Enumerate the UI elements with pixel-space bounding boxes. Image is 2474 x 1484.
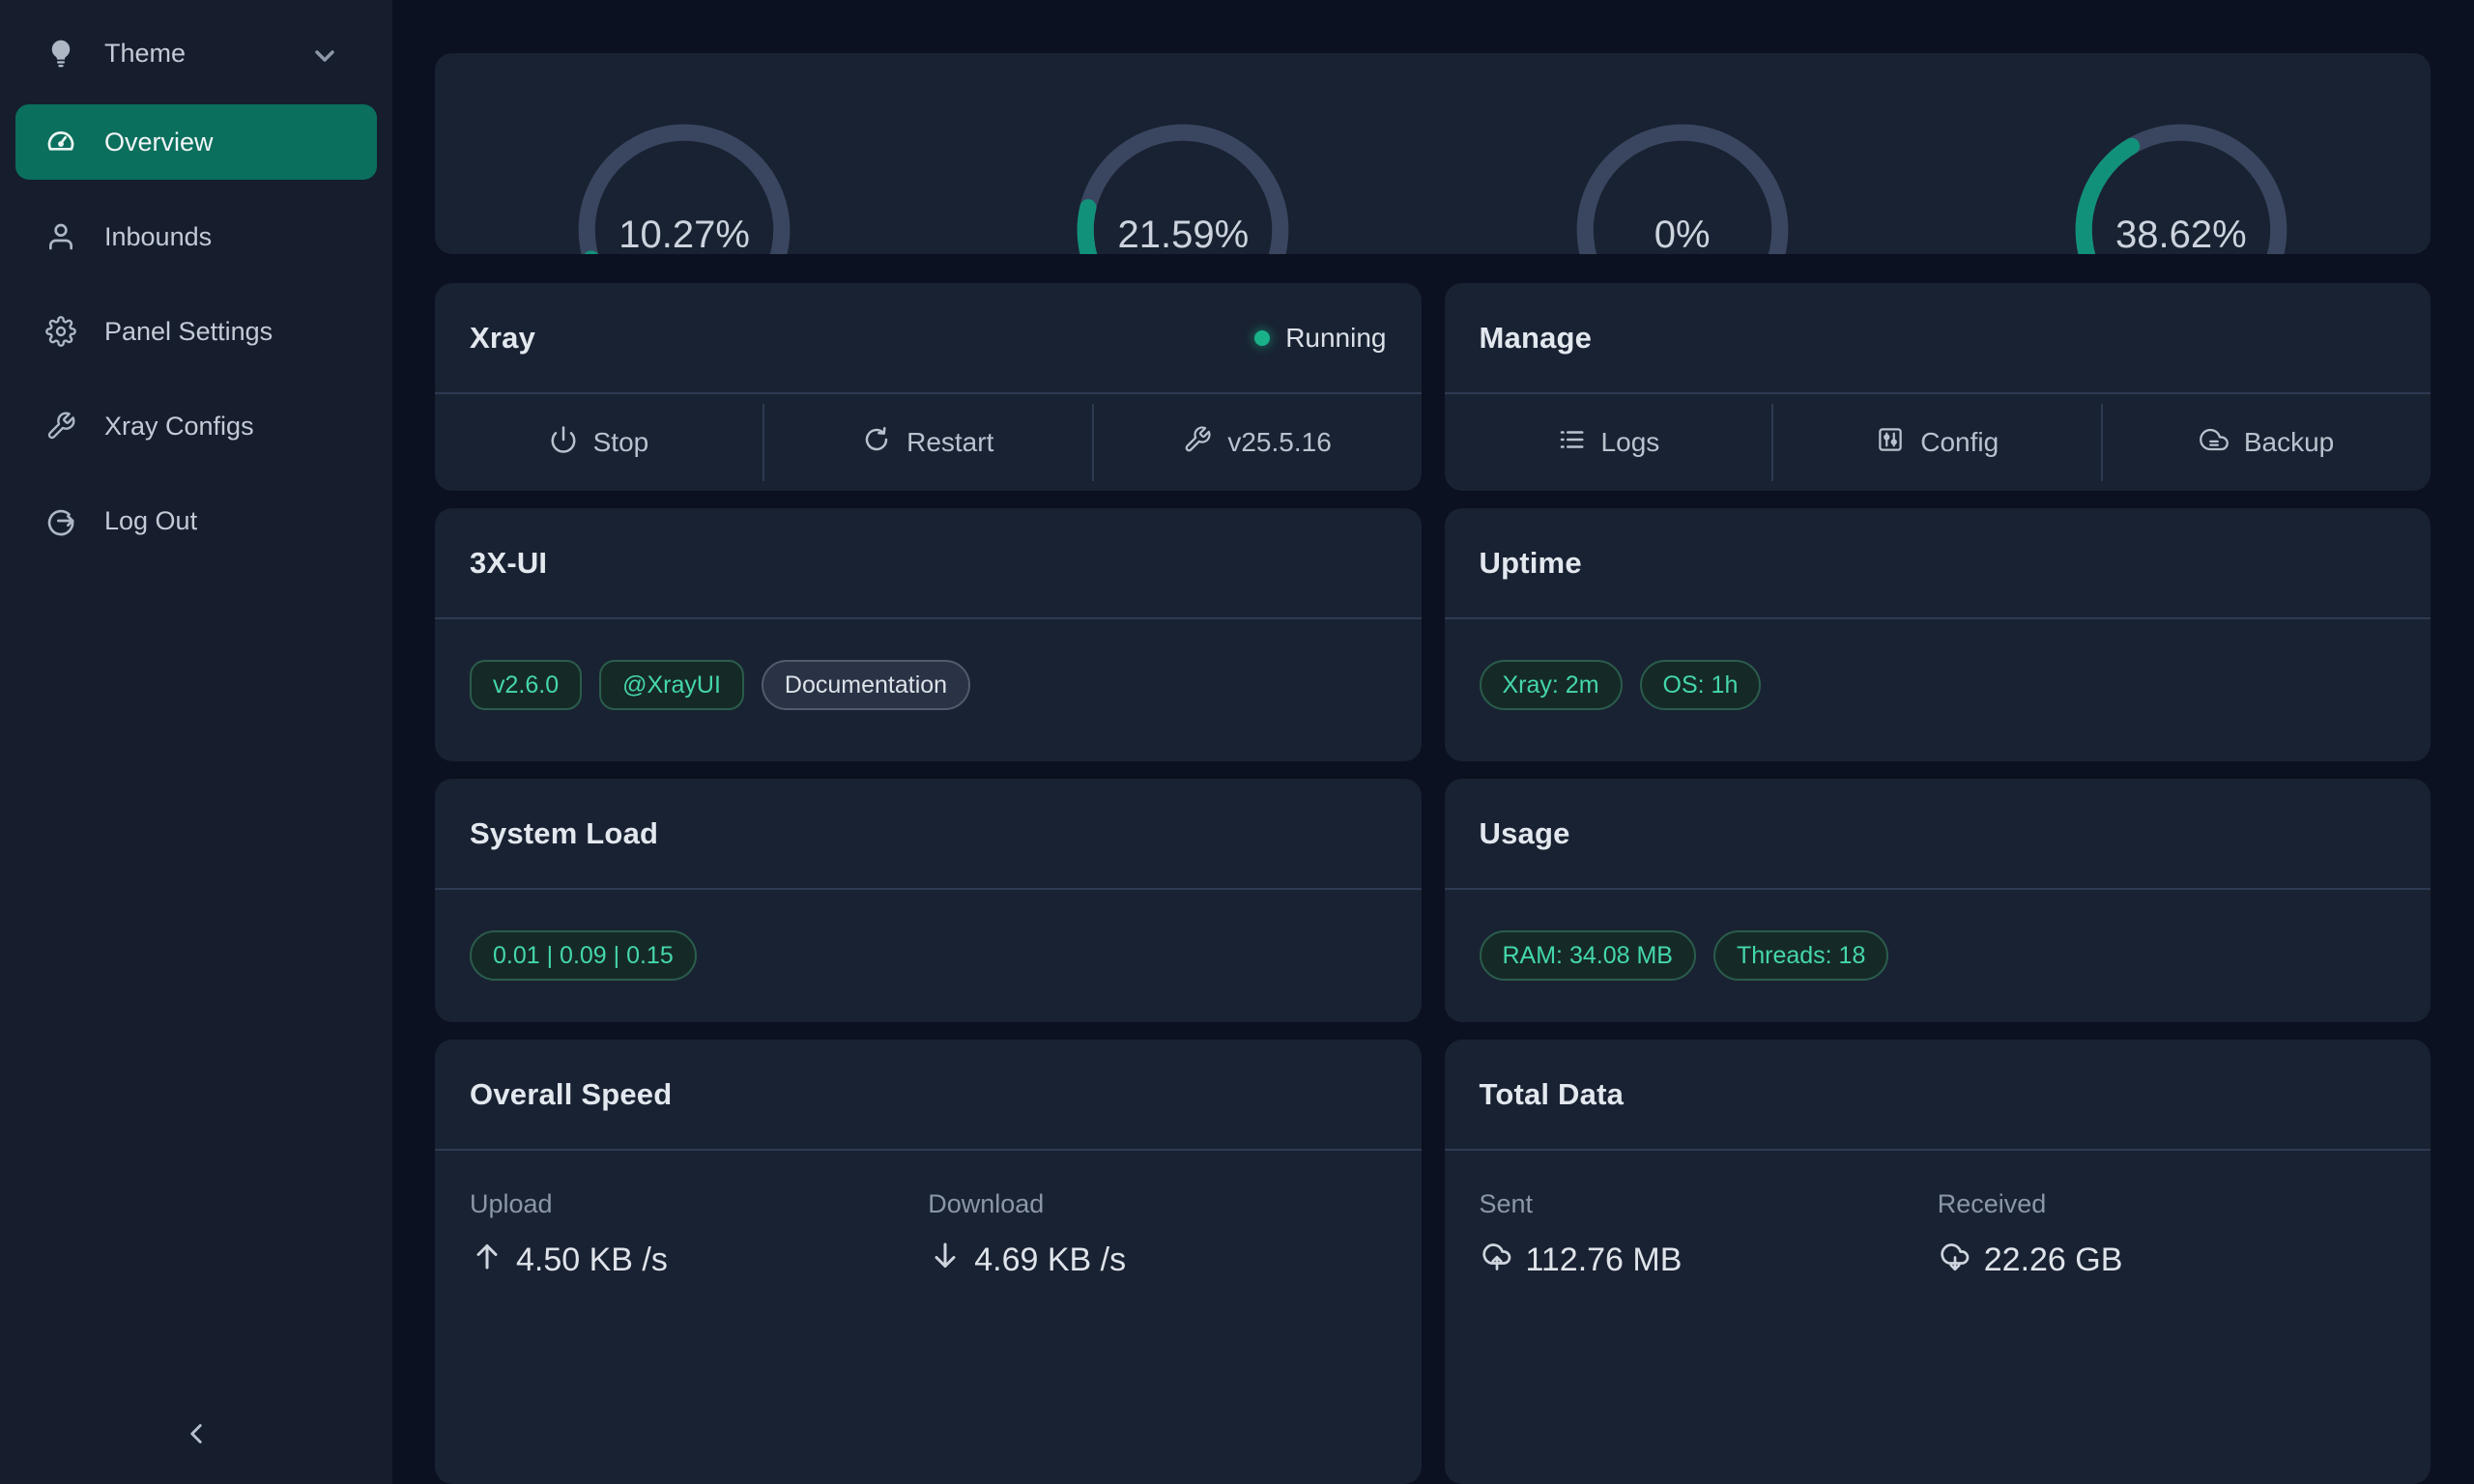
wrench-icon [44, 410, 77, 442]
logs-button[interactable]: Logs [1445, 404, 1772, 481]
dashboard-icon [44, 126, 77, 158]
manage-card-title: Manage [1480, 321, 1593, 356]
system-load-card: System Load 0.01 | 0.09 | 0.15 [435, 779, 1422, 1022]
sidebar-collapse-button[interactable] [167, 1407, 225, 1465]
main-content: 10.27% CPU: 1 Core [392, 0, 2474, 1484]
xui-card: 3X-UI v2.6.0 @XrayUI Documentation [435, 508, 1422, 761]
sidebar-item-label: Log Out [104, 506, 348, 536]
logout-icon [44, 504, 77, 537]
xui-card-title: 3X-UI [470, 546, 547, 581]
cloud-upload-icon [1480, 1239, 1514, 1282]
total-data-card-title: Total Data [1480, 1077, 1625, 1112]
storage-gauge: 38.62% Storage: 12.10 GB / 31.33 GB [1932, 109, 2431, 254]
documentation-link-tag[interactable]: Documentation [762, 660, 970, 710]
sidebar-item-xray-configs[interactable]: Xray Configs [15, 396, 377, 456]
system-stats-card: 10.27% CPU: 1 Core [435, 53, 2431, 254]
uptime-card-title: Uptime [1480, 546, 1582, 581]
restart-button[interactable]: Restart [762, 404, 1092, 481]
status-dot [1254, 330, 1270, 346]
manage-card: Manage Logs [1445, 283, 2431, 491]
theme-toggle[interactable]: Theme [15, 23, 377, 83]
sidebar-item-overview[interactable]: Overview [15, 104, 377, 180]
ram-usage-tag: RAM: 34.08 MB [1480, 930, 1696, 981]
theme-label: Theme [104, 39, 282, 69]
sidebar-item-label: Inbounds [104, 222, 348, 252]
swap-gauge: 0% Swap: 0 B / 0 B [1433, 109, 1932, 254]
arrow-up-icon [470, 1239, 504, 1282]
cloud-download-icon [1938, 1239, 1972, 1282]
chevron-left-icon [180, 1417, 213, 1455]
load-average-tag: 0.01 | 0.09 | 0.15 [470, 930, 697, 981]
arrow-down-icon [928, 1239, 963, 1282]
bulb-icon [44, 37, 77, 70]
backup-button[interactable]: Backup [2101, 404, 2431, 481]
list-icon [1557, 425, 1586, 461]
user-icon [44, 220, 77, 253]
sidebar-item-panel-settings[interactable]: Panel Settings [15, 301, 377, 361]
config-button[interactable]: Config [1771, 404, 2101, 481]
download-stat: Download 4.69 KB /s [928, 1189, 1386, 1282]
app: Theme Overview Inbounds [0, 0, 2474, 1484]
ram-gauge: 21.59% RAM: 1.67 GB / 7.75 GB [934, 109, 1432, 254]
received-stat: Received 22.26 GB [1938, 1189, 2396, 1282]
ram-percent: 21.59% [1062, 214, 1304, 254]
sidebar-item-label: Xray Configs [104, 412, 348, 442]
system-load-card-title: System Load [470, 816, 658, 851]
os-uptime-tag: OS: 1h [1640, 660, 1762, 710]
overall-speed-card: Overall Speed Upload 4.50 KB /s Downlo [435, 1040, 1422, 1484]
cloud-server-icon [2200, 425, 2229, 461]
xray-status-badge: Running [1254, 323, 1386, 354]
threads-tag: Threads: 18 [1713, 930, 1888, 981]
cpu-gauge: 10.27% CPU: 1 Core [435, 109, 934, 254]
sidebar-item-logout[interactable]: Log Out [15, 491, 377, 551]
usage-card: Usage RAM: 34.08 MB Threads: 18 [1445, 779, 2431, 1022]
sliders-icon [1876, 425, 1905, 461]
gear-icon [44, 315, 77, 348]
xrayui-link-tag[interactable]: @XrayUI [599, 660, 744, 710]
xray-card-title: Xray [470, 321, 535, 356]
sidebar-item-inbounds[interactable]: Inbounds [15, 207, 377, 267]
power-icon [549, 425, 578, 461]
sidebar-item-label: Panel Settings [104, 317, 348, 347]
usage-card-title: Usage [1480, 816, 1570, 851]
overall-speed-card-title: Overall Speed [470, 1077, 672, 1112]
xray-version-button[interactable]: v25.5.16 [1092, 404, 1422, 481]
cpu-percent: 10.27% [563, 214, 805, 254]
sent-stat: Sent 112.76 MB [1480, 1189, 1938, 1282]
chevron-down-icon [309, 41, 334, 66]
xray-uptime-tag: Xray: 2m [1480, 660, 1623, 710]
upload-stat: Upload 4.50 KB /s [470, 1189, 928, 1282]
wrench-icon [1183, 425, 1212, 461]
sidebar-item-label: Overview [104, 128, 348, 157]
xray-card: Xray Running Stop [435, 283, 1422, 491]
swap-percent: 0% [1562, 214, 1803, 254]
storage-percent: 38.62% [2060, 214, 2302, 254]
version-tag[interactable]: v2.6.0 [470, 660, 582, 710]
uptime-card: Uptime Xray: 2m OS: 1h [1445, 508, 2431, 761]
stop-button[interactable]: Stop [435, 404, 762, 481]
sidebar: Theme Overview Inbounds [0, 0, 392, 1484]
total-data-card: Total Data Sent 112.76 MB [1445, 1040, 2431, 1484]
restart-icon [862, 425, 891, 461]
